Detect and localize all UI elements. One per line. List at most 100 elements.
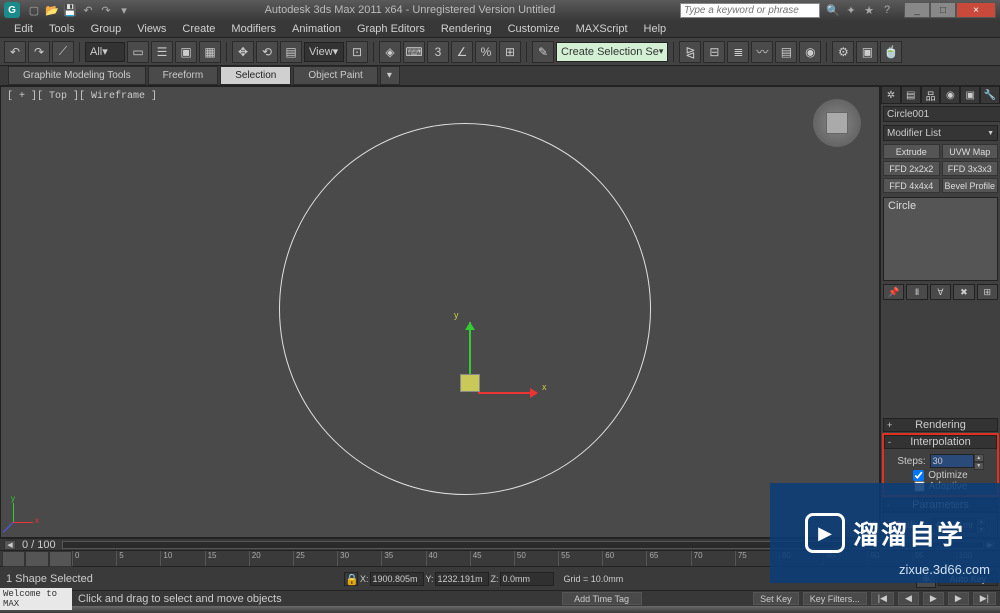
qat-save-icon[interactable]: 💾: [62, 2, 78, 18]
menu-views[interactable]: Views: [129, 21, 174, 37]
uvw-map-button[interactable]: UVW Map: [942, 144, 999, 159]
help-icon[interactable]: ?: [880, 3, 894, 17]
key-filters-button[interactable]: Key Filters...: [803, 592, 867, 605]
modify-tab-icon[interactable]: ▤: [901, 86, 921, 104]
rendering-rollout-header[interactable]: + Rendering: [883, 418, 998, 432]
motion-tab-icon[interactable]: ◉: [940, 86, 960, 104]
menu-group[interactable]: Group: [83, 21, 130, 37]
menu-rendering[interactable]: Rendering: [433, 21, 500, 37]
layers-icon[interactable]: ≣: [727, 41, 749, 63]
gizmo-y-arrow-icon[interactable]: [465, 317, 475, 330]
extrude-button[interactable]: Extrude: [883, 144, 940, 159]
gizmo-y-axis[interactable]: [469, 322, 471, 378]
object-name-input[interactable]: [883, 106, 1000, 122]
optimize-checkbox[interactable]: [913, 470, 924, 481]
selection-filter-combo[interactable]: All ▾: [85, 42, 125, 62]
menu-create[interactable]: Create: [174, 21, 223, 37]
ribbon-tab-graphite[interactable]: Graphite Modeling Tools: [8, 66, 146, 85]
viewport-label[interactable]: [ + ][ Top ][ Wireframe ]: [7, 91, 157, 102]
ribbon-tab-freeform[interactable]: Freeform: [148, 66, 219, 85]
redo-icon[interactable]: ↷: [28, 41, 50, 63]
maxscript-listener[interactable]: Welcome to MAX: [0, 588, 72, 610]
ffd-2x2x2-button[interactable]: FFD 2x2x2: [883, 161, 940, 176]
spinner-snap-icon[interactable]: ⊞: [499, 41, 521, 63]
add-time-tag-button[interactable]: Add Time Tag: [562, 592, 642, 605]
configure-sets-icon[interactable]: ⊞: [977, 284, 998, 300]
hierarchy-tab-icon[interactable]: 品: [921, 86, 941, 104]
trackbar-btn-1[interactable]: [2, 551, 25, 567]
scale-icon[interactable]: ▤: [280, 41, 302, 63]
menu-help[interactable]: Help: [636, 21, 675, 37]
selection-region-icon[interactable]: ▣: [175, 41, 197, 63]
menu-modifiers[interactable]: Modifiers: [223, 21, 284, 37]
pin-stack-icon[interactable]: 📌: [883, 284, 904, 300]
modifier-stack[interactable]: Circle: [883, 197, 998, 281]
named-selection-combo[interactable]: Create Selection Se▾: [556, 42, 668, 62]
ref-coord-combo[interactable]: View ▾: [304, 42, 344, 62]
select-by-name-icon[interactable]: ☰: [151, 41, 173, 63]
frame-indicator[interactable]: 0 / 100: [22, 539, 56, 551]
search-icon[interactable]: 🔍: [826, 3, 840, 17]
set-key-button[interactable]: Set Key: [753, 592, 799, 605]
create-tab-icon[interactable]: ✲: [881, 86, 901, 104]
display-tab-icon[interactable]: ▣: [960, 86, 980, 104]
ribbon-tab-selection[interactable]: Selection: [220, 66, 291, 85]
link-icon[interactable]: ⟋: [52, 41, 74, 63]
align-icon[interactable]: ⊟: [703, 41, 725, 63]
make-unique-icon[interactable]: ∀: [930, 284, 951, 300]
angle-snap-icon[interactable]: ∠: [451, 41, 473, 63]
move-icon[interactable]: ✥: [232, 41, 254, 63]
viewcube[interactable]: [813, 99, 861, 147]
curve-editor-icon[interactable]: 〰: [751, 41, 773, 63]
selection-lock-icon[interactable]: 🔒: [344, 572, 358, 586]
ffd-3x3x3-button[interactable]: FFD 3x3x3: [942, 161, 999, 176]
close-button[interactable]: ×: [956, 2, 996, 18]
rotate-icon[interactable]: ⟲: [256, 41, 278, 63]
y-coord-input[interactable]: [435, 572, 489, 586]
menu-animation[interactable]: Animation: [284, 21, 349, 37]
menu-customize[interactable]: Customize: [500, 21, 568, 37]
z-coord-input[interactable]: [500, 572, 554, 586]
edit-named-sel-icon[interactable]: ✎: [532, 41, 554, 63]
viewport-top[interactable]: [ + ][ Top ][ Wireframe ] y x y x: [0, 86, 880, 538]
menu-maxscript[interactable]: MAXScript: [568, 21, 636, 37]
render-setup-icon[interactable]: ⚙: [832, 41, 854, 63]
steps-down-icon[interactable]: ▼: [974, 462, 984, 470]
qat-new-icon[interactable]: ▢: [26, 2, 42, 18]
window-crossing-icon[interactable]: ▦: [199, 41, 221, 63]
ffd-4x4x4-button[interactable]: FFD 4x4x4: [883, 178, 940, 193]
viewcube-face[interactable]: [826, 112, 848, 134]
rollout-collapse-icon[interactable]: -: [888, 437, 891, 447]
render-frame-icon[interactable]: ▣: [856, 41, 878, 63]
menu-tools[interactable]: Tools: [41, 21, 83, 37]
show-end-result-icon[interactable]: Ⅱ: [906, 284, 927, 300]
modifier-list-combo[interactable]: Modifier List: [883, 125, 998, 141]
goto-end-icon[interactable]: ▶|: [973, 592, 996, 605]
ribbon-tab-object-paint[interactable]: Object Paint: [293, 66, 377, 85]
render-icon[interactable]: 🍵: [880, 41, 902, 63]
trackbar-btn-3[interactable]: [49, 551, 72, 567]
star-icon[interactable]: ★: [862, 3, 876, 17]
gizmo-x-axis[interactable]: [478, 392, 534, 394]
menu-graph-editors[interactable]: Graph Editors: [349, 21, 433, 37]
maximize-button[interactable]: □: [930, 2, 956, 18]
pivot-icon[interactable]: ⊡: [346, 41, 368, 63]
steps-spinner-input[interactable]: [930, 454, 974, 468]
play-icon[interactable]: ▶: [923, 592, 944, 605]
steps-up-icon[interactable]: ▲: [974, 454, 984, 462]
minimize-button[interactable]: _: [904, 2, 930, 18]
qat-undo-icon[interactable]: ↶: [80, 2, 96, 18]
remove-modifier-icon[interactable]: ✖: [953, 284, 974, 300]
menu-edit[interactable]: Edit: [6, 21, 41, 37]
qat-redo-icon[interactable]: ↷: [98, 2, 114, 18]
percent-snap-icon[interactable]: %: [475, 41, 497, 63]
gizmo-center-box[interactable]: [460, 374, 480, 392]
comm-icon[interactable]: ✦: [844, 3, 858, 17]
bevel-profile-button[interactable]: Bevel Profile: [942, 178, 999, 193]
schematic-icon[interactable]: ▤: [775, 41, 797, 63]
snap-toggle-icon[interactable]: 3: [427, 41, 449, 63]
app-icon[interactable]: G: [4, 2, 20, 18]
rollout-expand-icon[interactable]: +: [887, 420, 892, 430]
manipulate-icon[interactable]: ◈: [379, 41, 401, 63]
utilities-tab-icon[interactable]: 🔧: [980, 86, 1000, 104]
